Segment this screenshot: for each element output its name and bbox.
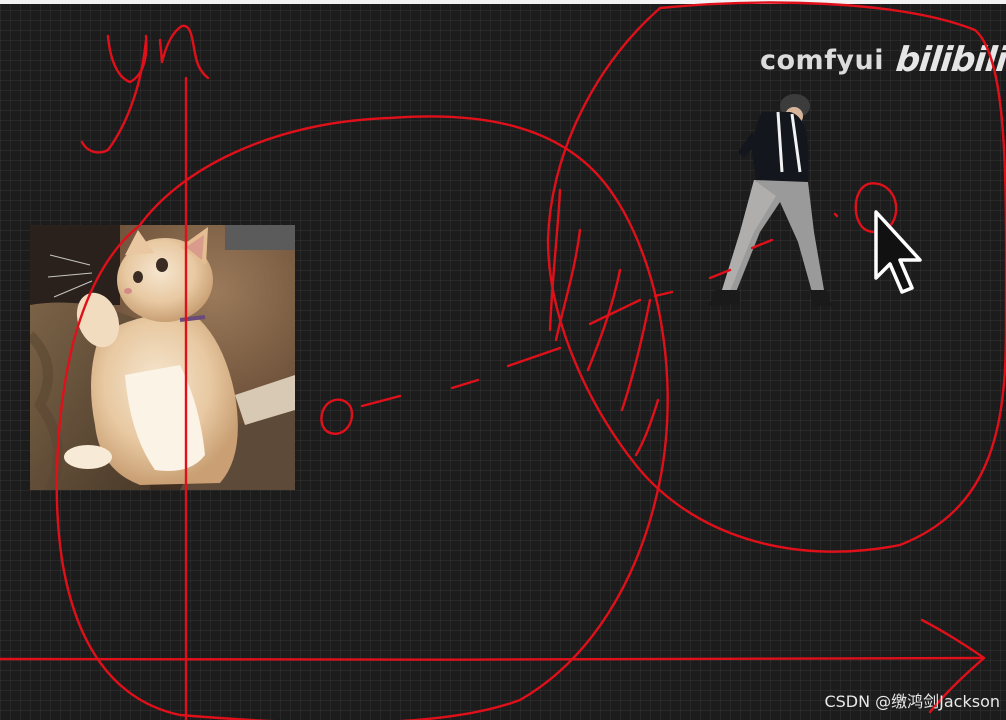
whiteboard-canvas[interactable]: comfyui bilibili CSDN @缴鸿剑Jackson xyxy=(0,0,1006,720)
mouse-pointer-icon xyxy=(874,210,922,294)
x-axis-line xyxy=(0,656,984,661)
overlap-hatch-4 xyxy=(620,298,652,412)
logo: comfyui bilibili xyxy=(760,36,1006,84)
overlap-hatch-2 xyxy=(554,228,582,342)
logo-comfyui: comfyui xyxy=(760,44,885,76)
window-top-edge xyxy=(0,0,1006,4)
dash-5 xyxy=(653,290,674,298)
overlap-hatch-3 xyxy=(586,268,622,372)
cat-image xyxy=(30,225,295,490)
dash-1 xyxy=(360,394,402,408)
overlap-hatch-5 xyxy=(634,398,660,457)
dash-3 xyxy=(506,346,562,368)
label-y-stroke xyxy=(80,34,148,154)
logo-bilibili: bilibili xyxy=(893,40,1006,80)
label-n-stroke xyxy=(158,24,210,80)
dash-2 xyxy=(450,378,480,390)
csdn-watermark: CSDN @缴鸿剑Jackson xyxy=(824,692,1000,711)
dancer-figure xyxy=(700,92,840,314)
dash-4 xyxy=(588,298,642,326)
overlap-hatch-1 xyxy=(548,188,562,332)
small-circle-left xyxy=(320,398,354,435)
